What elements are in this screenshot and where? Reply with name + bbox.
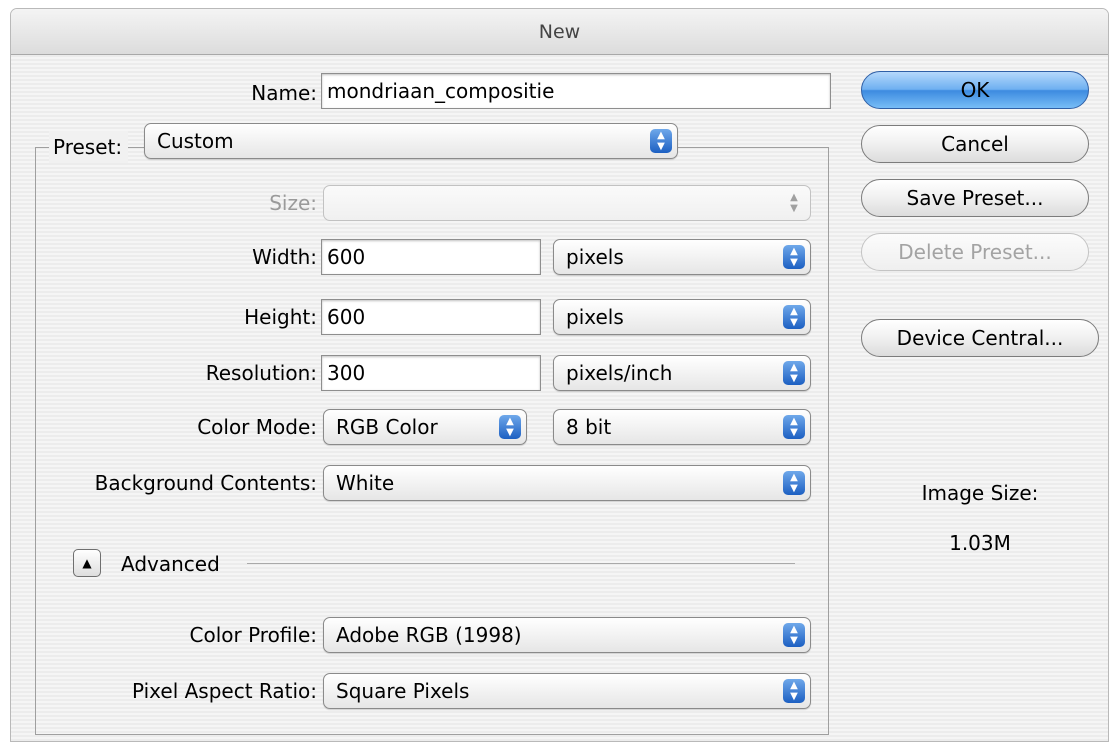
advanced-label: Advanced [121, 552, 220, 576]
up-down-arrows-icon: ▲ ▼ [783, 245, 805, 269]
color-mode-select[interactable]: RGB Color ▲ ▼ [323, 409, 527, 445]
width-unit-value: pixels [566, 245, 624, 269]
preset-select-value: Custom [157, 129, 234, 153]
up-down-arrows-icon: ▲ ▼ [783, 679, 805, 703]
save-preset-button[interactable]: Save Preset... [861, 179, 1089, 217]
height-input[interactable]: 600 [321, 299, 541, 335]
ok-button[interactable]: OK [861, 71, 1089, 109]
up-down-arrows-icon: ▲ ▼ [783, 361, 805, 385]
delete-preset-button: Delete Preset... [861, 233, 1089, 271]
background-contents-select[interactable]: White ▲ ▼ [323, 465, 811, 501]
up-down-arrows-icon: ▲ ▼ [783, 471, 805, 495]
preset-select[interactable]: Custom ▲ ▼ [144, 123, 678, 159]
width-label: Width: [252, 245, 317, 269]
preset-label: Preset: [49, 131, 129, 163]
color-profile-select[interactable]: Adobe RGB (1998) ▲ ▼ [323, 617, 811, 653]
image-size-label: Image Size: [921, 481, 1039, 505]
color-mode-value: RGB Color [336, 415, 438, 439]
width-input[interactable]: 600 [321, 239, 541, 275]
up-down-arrows-icon: ▲ ▼ [783, 623, 805, 647]
up-down-arrows-icon: ▲ ▼ [790, 192, 798, 214]
background-contents-value: White [336, 471, 395, 495]
size-label: Size: [269, 191, 317, 215]
device-central-button[interactable]: Device Central... [861, 319, 1099, 357]
height-unit-select[interactable]: pixels ▲ ▼ [553, 299, 811, 335]
disclosure-triangle-icon[interactable]: ▲ [73, 549, 101, 577]
color-profile-value: Adobe RGB (1998) [336, 623, 522, 647]
name-input[interactable]: mondriaan_compositie [321, 73, 831, 109]
advanced-divider [247, 563, 795, 564]
height-unit-value: pixels [566, 305, 624, 329]
height-label: Height: [244, 305, 317, 329]
resolution-unit-select[interactable]: pixels/inch ▲ ▼ [553, 355, 811, 391]
color-mode-label: Color Mode: [197, 415, 317, 439]
up-down-arrows-icon: ▲ ▼ [650, 129, 672, 153]
pixel-aspect-ratio-label: Pixel Aspect Ratio: [132, 679, 317, 703]
up-down-arrows-icon: ▲ ▼ [499, 415, 521, 439]
width-unit-select[interactable]: pixels ▲ ▼ [553, 239, 811, 275]
image-size-value: 1.03M [949, 531, 1011, 555]
resolution-input[interactable]: 300 [321, 355, 541, 391]
up-down-arrows-icon: ▲ ▼ [783, 415, 805, 439]
pixel-aspect-ratio-select[interactable]: Square Pixels ▲ ▼ [323, 673, 811, 709]
new-document-dialog: New Name: mondriaan_compositie Preset: C… [10, 8, 1109, 742]
bit-depth-value: 8 bit [566, 415, 612, 439]
name-label: Name: [251, 81, 317, 105]
bit-depth-select[interactable]: 8 bit ▲ ▼ [553, 409, 811, 445]
up-down-arrows-icon: ▲ ▼ [783, 305, 805, 329]
color-profile-label: Color Profile: [189, 623, 318, 647]
size-select: ▲ ▼ [323, 185, 811, 221]
pixel-aspect-ratio-value: Square Pixels [336, 679, 470, 703]
resolution-label: Resolution: [205, 361, 317, 385]
cancel-button[interactable]: Cancel [861, 125, 1089, 163]
resolution-unit-value: pixels/inch [566, 361, 673, 385]
background-contents-label: Background Contents: [94, 471, 317, 495]
dialog-title: New [11, 9, 1108, 55]
